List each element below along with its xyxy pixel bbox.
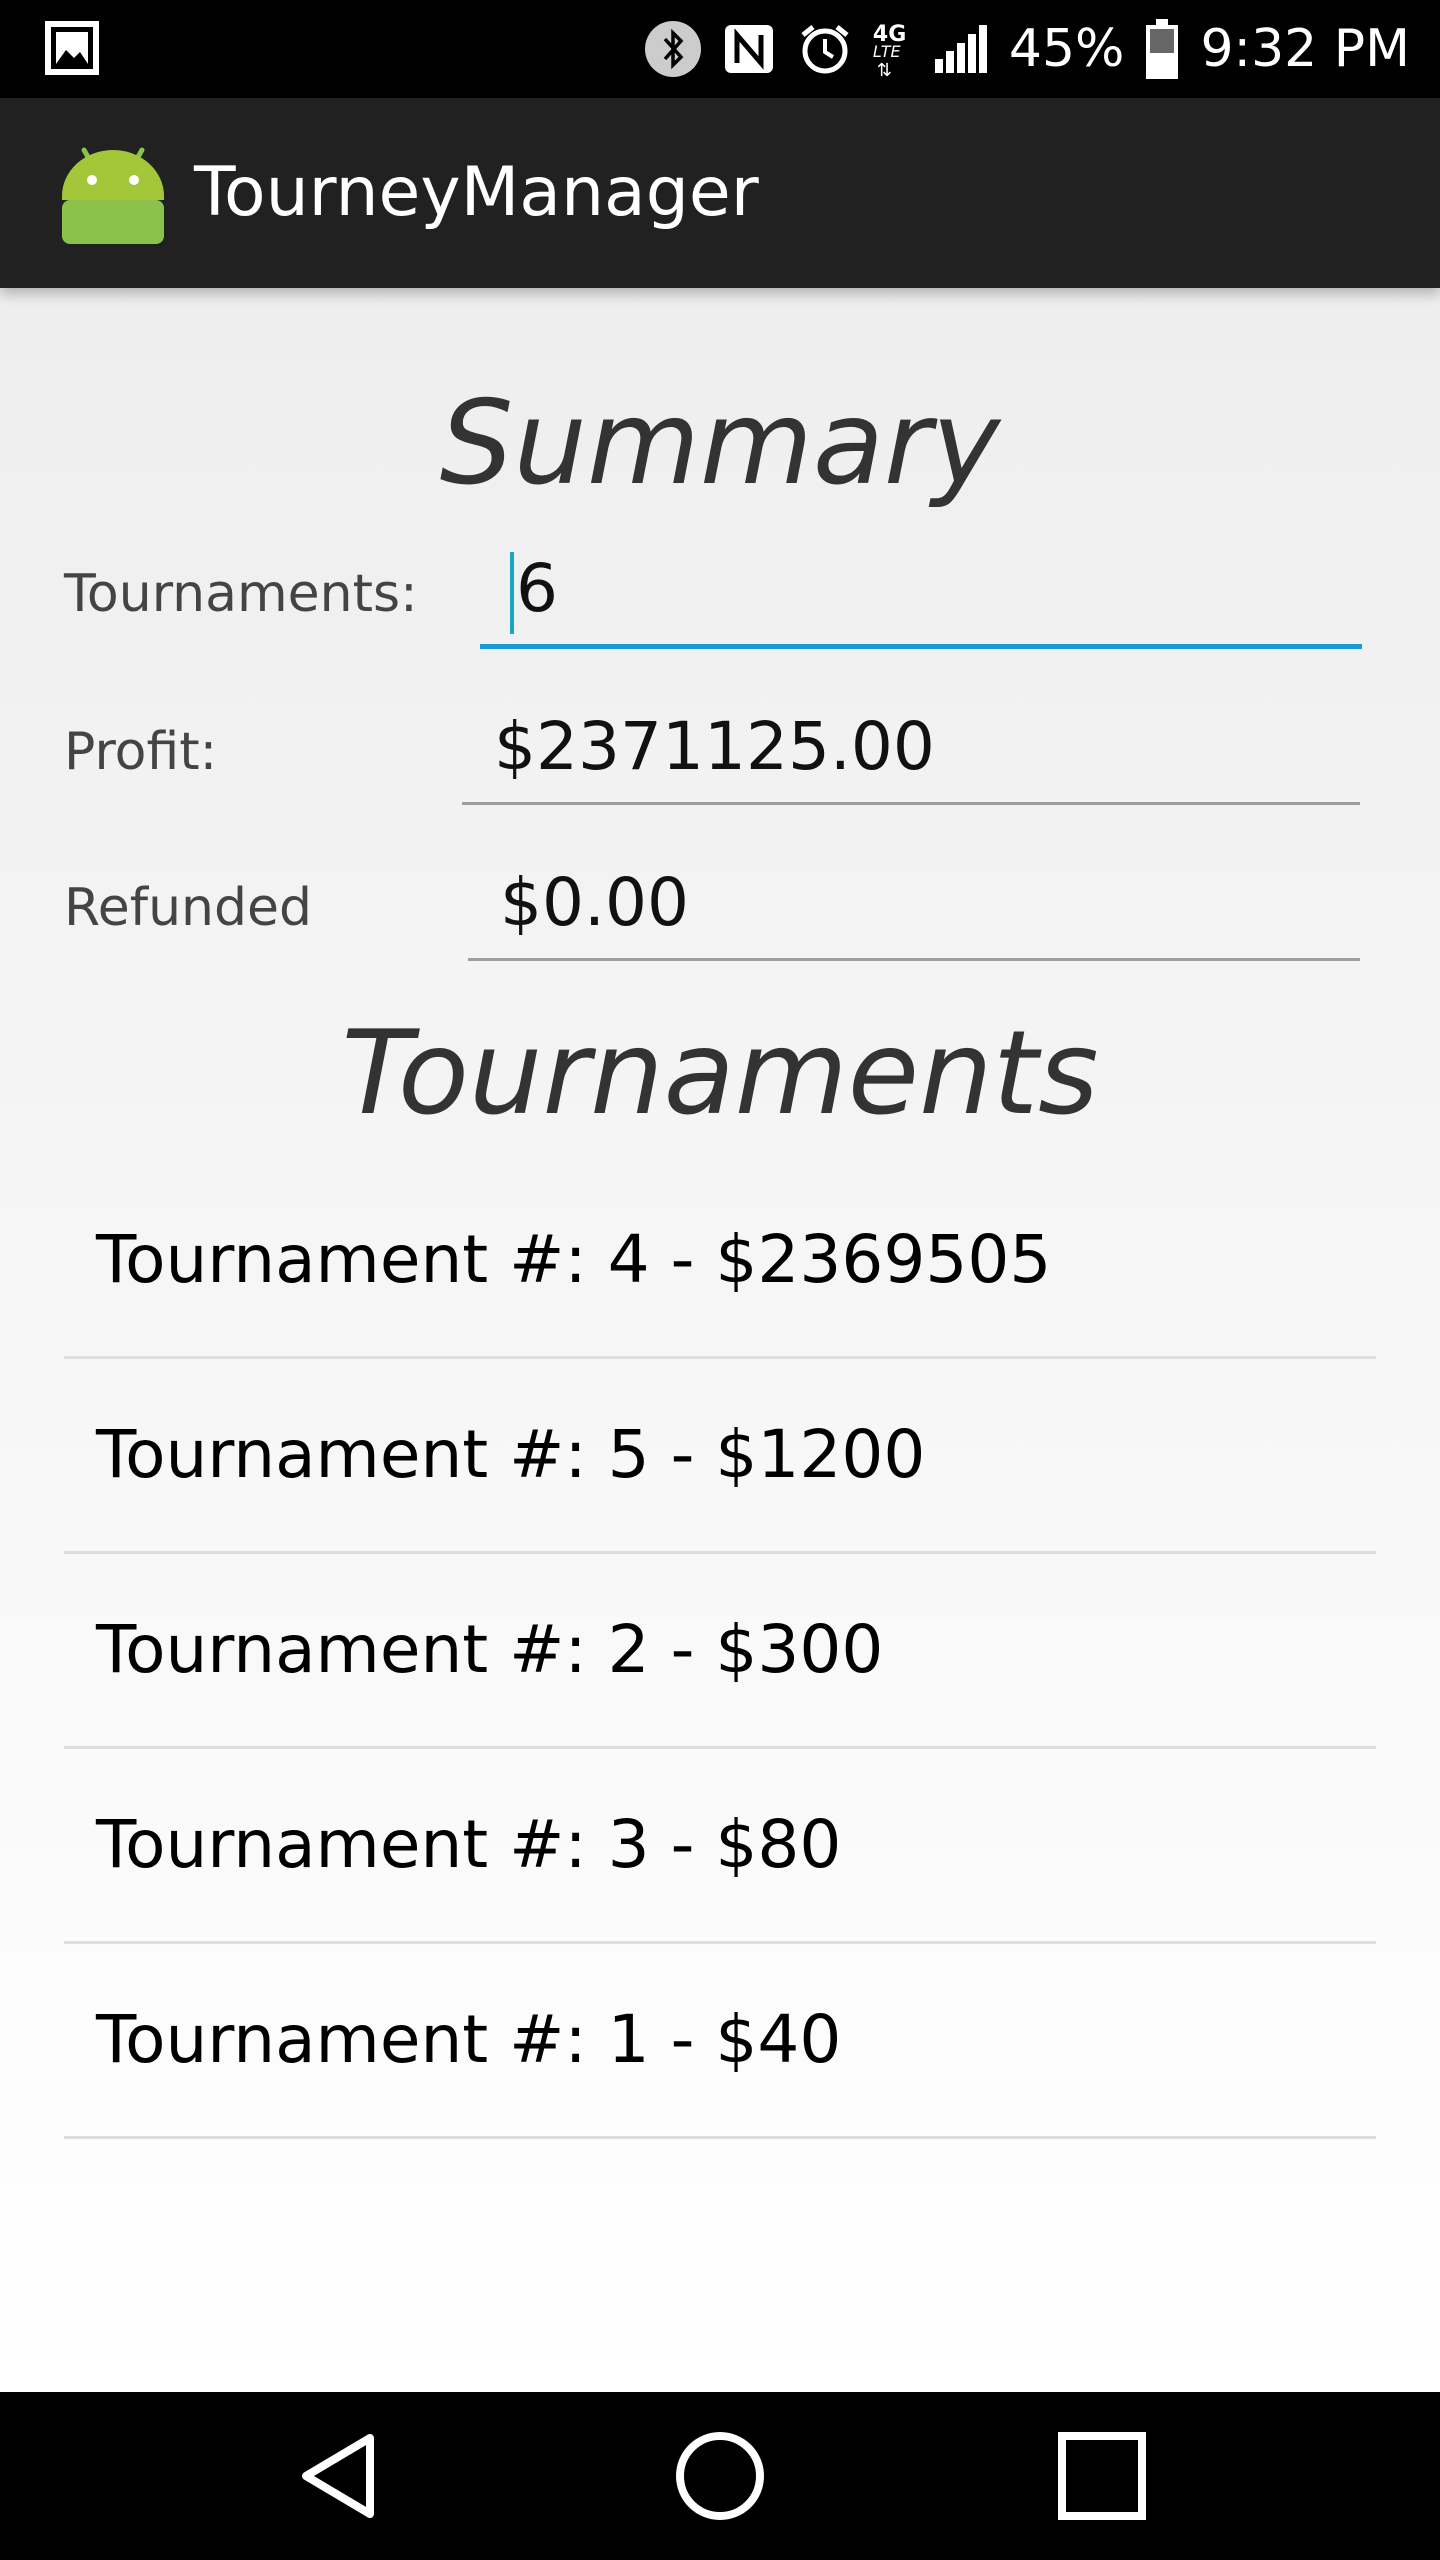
refunded-value: $0.00	[500, 864, 689, 941]
nfc-icon	[724, 25, 773, 73]
recents-icon[interactable]	[1052, 2426, 1152, 2526]
list-item-label: Tournament #: 3 - $80	[96, 1806, 842, 1883]
back-icon[interactable]	[290, 2426, 390, 2526]
android-logo-icon	[62, 147, 164, 244]
bluetooth-icon	[644, 21, 701, 77]
app-bar: TourneyManager	[0, 98, 1440, 288]
home-icon[interactable]	[670, 2426, 770, 2526]
tournaments-heading: Tournaments	[341, 1006, 1099, 1141]
tournaments-count-label: Tournaments:	[64, 564, 418, 624]
tournaments-count-value: 6	[516, 550, 558, 627]
profit-field[interactable]: $2371125.00	[462, 692, 1360, 805]
text-caret	[510, 552, 514, 634]
profit-value: $2371125.00	[494, 708, 935, 785]
data-arrows-icon: ⇅	[876, 60, 892, 81]
list-item-label: Tournament #: 5 - $1200	[96, 1416, 926, 1493]
lte-4g-icon: 4G LTE ⇅	[873, 14, 913, 84]
list-item[interactable]: Tournament #: 2 - $300	[64, 1554, 1376, 1749]
list-item-label: Tournament #: 1 - $40	[96, 2001, 842, 2078]
status-time: 9:32 PM	[1200, 19, 1410, 79]
refunded-field[interactable]: $0.00	[468, 848, 1360, 961]
app-title: TourneyManager	[194, 153, 759, 232]
tournaments-list: Tournament #: 4 - $2369505 Tournament #:…	[64, 1164, 1376, 2139]
refunded-label: Refunded	[64, 878, 313, 938]
list-item[interactable]: Tournament #: 1 - $40	[64, 1944, 1376, 2139]
battery-icon	[1146, 19, 1179, 79]
list-item-label: Tournament #: 4 - $2369505	[96, 1221, 1052, 1298]
tournaments-count-field[interactable]: 6	[480, 534, 1362, 649]
profit-row: Profit: $2371125.00	[0, 692, 1440, 812]
status-bar: 4G LTE ⇅ 45% 9:32 PM	[0, 0, 1440, 98]
tournaments-count-row: Tournaments: 6	[0, 534, 1440, 654]
navigation-bar	[0, 2392, 1440, 2560]
battery-percent: 45%	[1008, 19, 1125, 79]
summary-heading: Summary	[439, 376, 1001, 511]
signal-icon	[934, 25, 987, 73]
gallery-notification-icon	[45, 21, 99, 75]
list-item[interactable]: Tournament #: 4 - $2369505	[64, 1164, 1376, 1359]
refunded-row: Refunded $0.00	[0, 848, 1440, 968]
network-subtype-label: LTE	[872, 42, 901, 61]
main-content: Summary Tournaments: 6 Profit: $2371125.…	[0, 288, 1440, 2392]
list-item-label: Tournament #: 2 - $300	[96, 1611, 884, 1688]
profit-label: Profit:	[64, 722, 218, 782]
list-item[interactable]: Tournament #: 5 - $1200	[64, 1359, 1376, 1554]
alarm-icon	[801, 25, 849, 74]
list-item[interactable]: Tournament #: 3 - $80	[64, 1749, 1376, 1944]
